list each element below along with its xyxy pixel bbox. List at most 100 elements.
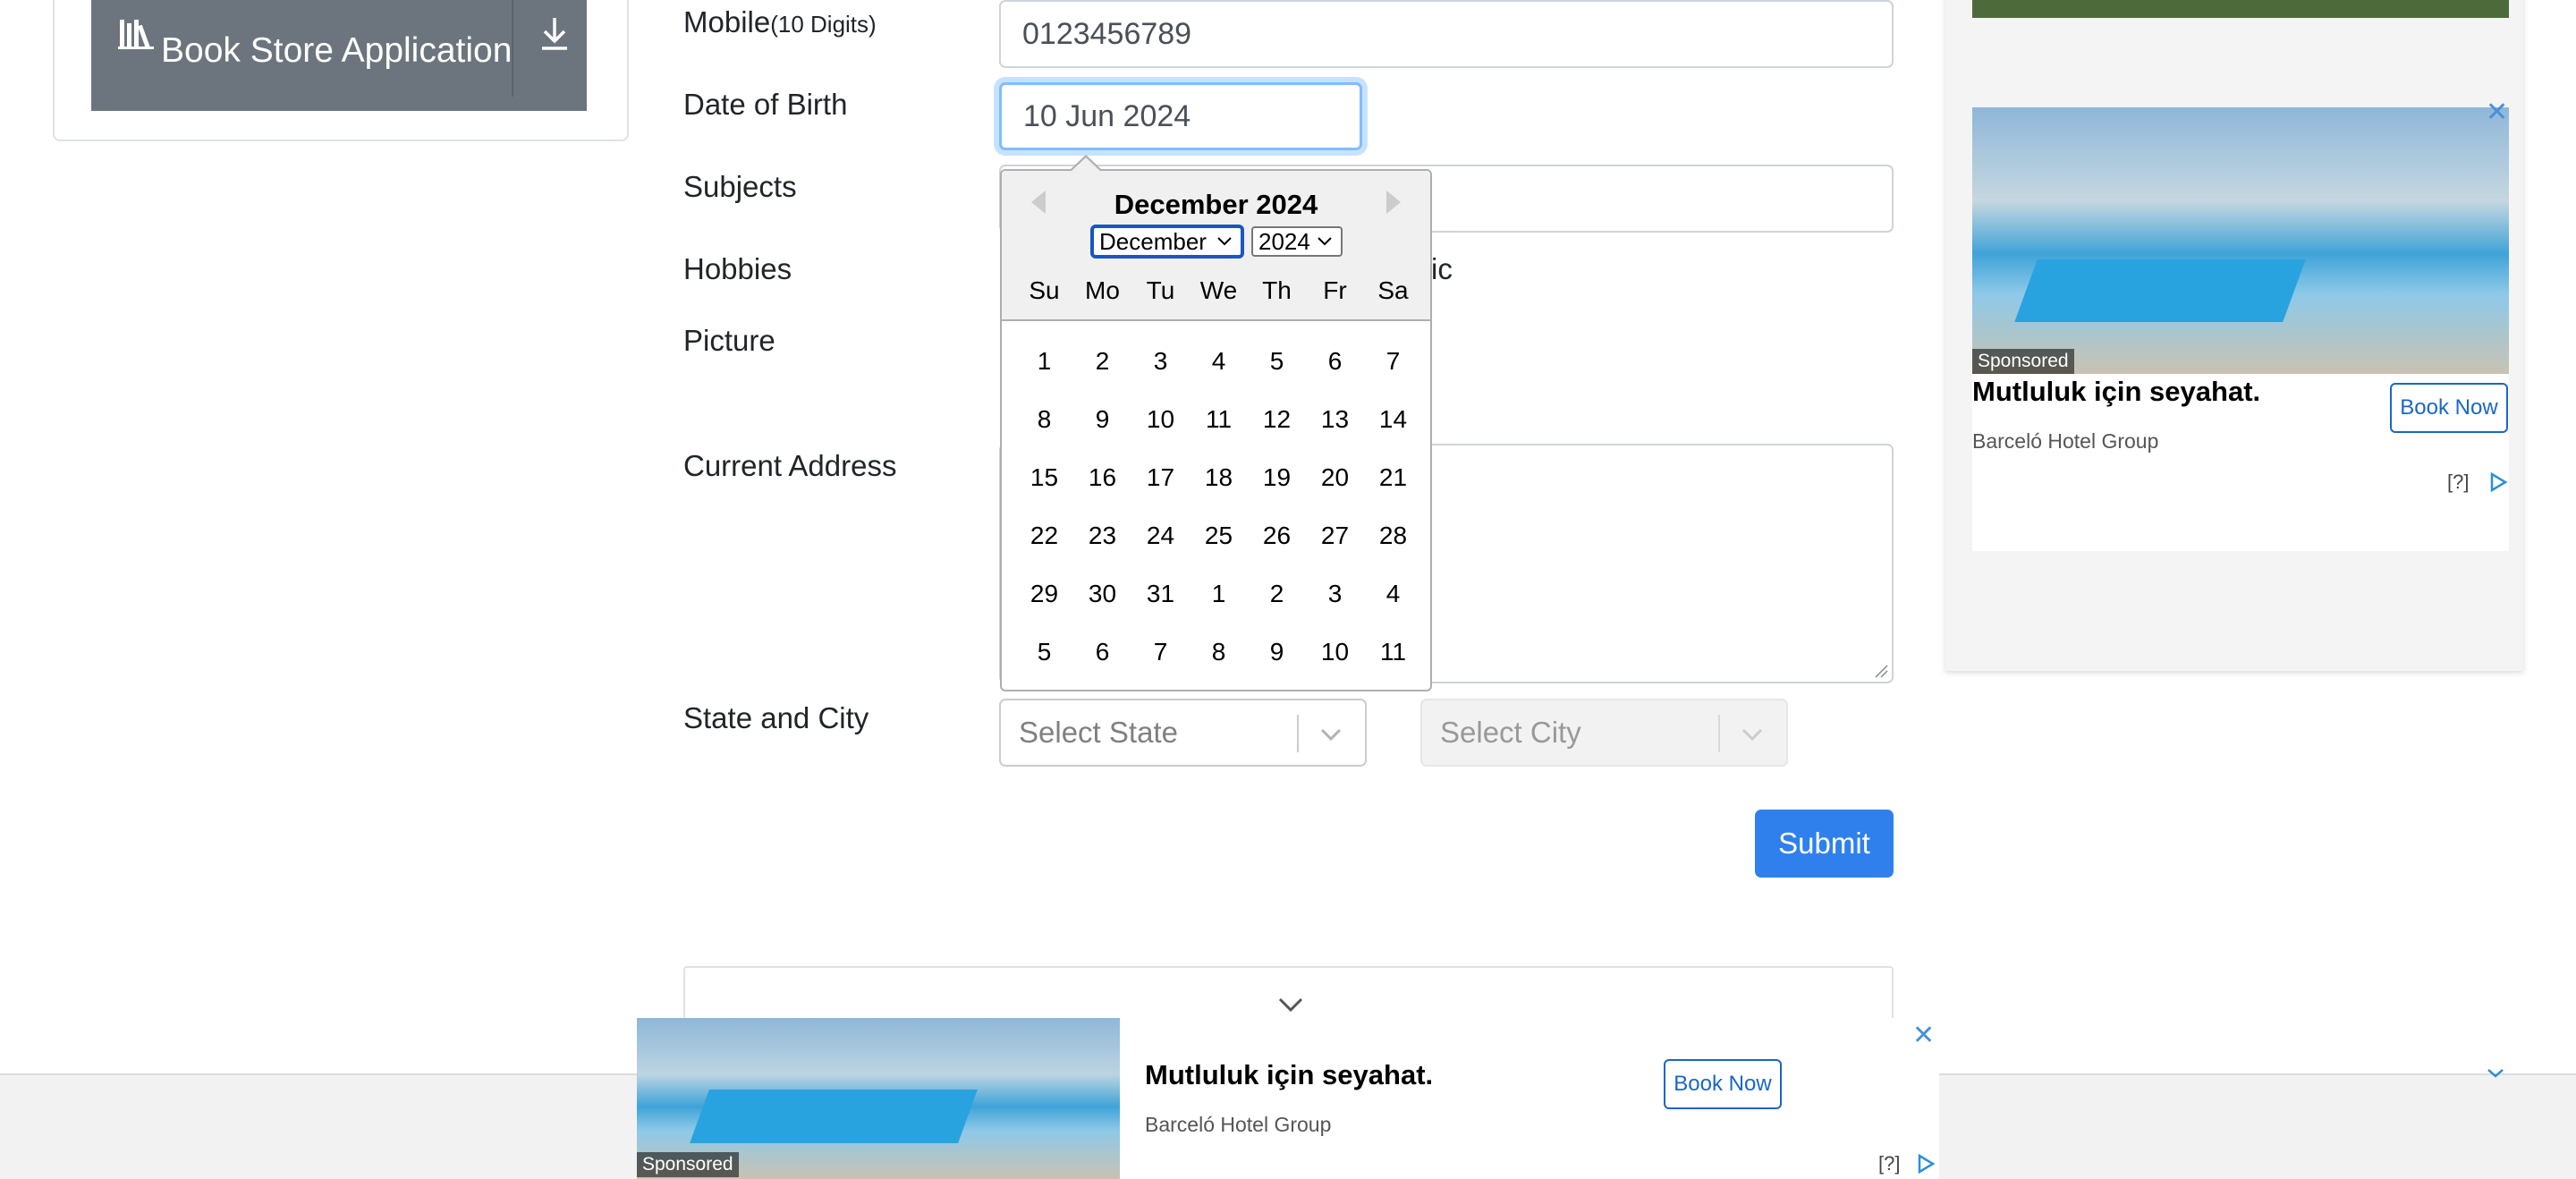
book-store-app-menu-item[interactable]: Book Store Application	[91, 0, 587, 111]
submit-button[interactable]: Submit	[1755, 810, 1894, 878]
calendar-day[interactable]: 26	[1248, 522, 1306, 550]
city-select[interactable]: Select City	[1420, 699, 1788, 767]
download-icon[interactable]	[538, 16, 571, 52]
dob-input[interactable]: 10 Jun 2024	[999, 82, 1362, 150]
mobile-input[interactable]: 0123456789	[999, 0, 1894, 68]
ad-info-link[interactable]: [?]	[2447, 471, 2469, 494]
calendar-day[interactable]: 15	[1015, 463, 1073, 492]
calendar-day[interactable]: 13	[1306, 405, 1364, 434]
calendar-day[interactable]: 5	[1015, 638, 1073, 666]
library-icon	[118, 20, 154, 49]
bottom-ad-advertiser: Barceló Hotel Group	[1145, 1113, 1332, 1136]
year-select[interactable]: 2024	[1251, 226, 1343, 257]
calendar-day[interactable]: 4	[1364, 580, 1422, 608]
calendar-day[interactable]: 6	[1073, 638, 1131, 666]
subjects-label: Subjects	[683, 170, 797, 203]
day-name-th: Th	[1262, 276, 1292, 304]
calendar-day[interactable]: 3	[1306, 580, 1364, 608]
calendar-day[interactable]: 3	[1131, 347, 1190, 376]
bottom-ad-close-icon[interactable]: ✕	[1912, 1020, 1935, 1051]
ad-image[interactable]	[1972, 107, 2509, 374]
bottom-ad-info-link[interactable]: [?]	[1878, 1152, 1900, 1175]
calendar-day[interactable]: 17	[1131, 463, 1190, 492]
ad-image-strip	[1972, 0, 2509, 18]
calendar-day[interactable]: 28	[1364, 522, 1422, 550]
calendar-day[interactable]: 2	[1248, 580, 1306, 608]
calendar-day[interactable]: 21	[1364, 463, 1422, 492]
day-name-su: Su	[1029, 276, 1060, 304]
next-month-icon[interactable]	[1386, 191, 1401, 214]
ad-headline[interactable]: Mutluluk için seyahat.	[1972, 376, 2260, 408]
calendar-day[interactable]: 19	[1248, 463, 1306, 492]
calendar-day[interactable]: 9	[1248, 638, 1306, 666]
day-name-mo: Mo	[1085, 276, 1120, 304]
calendar-day[interactable]: 7	[1131, 638, 1190, 666]
sidebar-ad[interactable]: ✕ Sponsored Mutluluk için seyahat. Barce…	[1945, 0, 2523, 671]
calendar-day[interactable]: 11	[1190, 405, 1248, 434]
calendar-day[interactable]: 16	[1073, 463, 1131, 492]
chevron-down-icon	[1217, 237, 1232, 246]
chevron-down-icon[interactable]	[1275, 991, 1307, 1018]
calendar-day[interactable]: 1	[1190, 580, 1248, 608]
mobile-value: 0123456789	[1022, 16, 1192, 51]
calendar-day[interactable]: 12	[1248, 405, 1306, 434]
calendar-day[interactable]: 30	[1073, 580, 1131, 608]
state-city-label: State and City	[683, 701, 869, 734]
state-select[interactable]: Select State	[999, 699, 1367, 767]
collapse-ad-icon[interactable]	[2481, 1064, 2510, 1082]
state-select-separator	[1297, 715, 1299, 752]
datepicker-header: December 2024 December 2024 Su Mo Tu We Th Fr…	[1002, 171, 1430, 321]
resize-handle-icon[interactable]	[1874, 664, 1888, 678]
book-store-label: Book Store Application	[161, 31, 513, 70]
datepicker-popup: December 2024 December 2024 Su Mo Tu We Th Fr…	[1000, 169, 1432, 691]
hobbies-option-partial[interactable]: ic	[1431, 252, 1453, 286]
month-select[interactable]: December	[1092, 226, 1242, 257]
calendar-day[interactable]: 2	[1073, 347, 1131, 376]
adchoices-icon[interactable]	[2487, 471, 2508, 493]
calendar-day[interactable]: 6	[1306, 347, 1364, 376]
bottom-ad[interactable]: Sponsored Mutluluk için seyahat. Barceló…	[637, 1018, 1939, 1179]
picture-label: Picture	[683, 324, 775, 357]
day-name-tu: Tu	[1146, 276, 1175, 304]
mobile-label-text: Mobile	[683, 5, 771, 38]
menu-divider	[512, 0, 513, 97]
ad-close-icon[interactable]: ✕	[2486, 97, 2508, 128]
calendar-day[interactable]: 8	[1015, 405, 1073, 434]
calendar-day[interactable]: 1	[1015, 347, 1073, 376]
calendar-day[interactable]: 31	[1131, 580, 1190, 608]
calendar-day[interactable]: 23	[1073, 522, 1131, 550]
calendar-day[interactable]: 25	[1190, 522, 1248, 550]
calendar-day[interactable]: 8	[1190, 638, 1248, 666]
calendar-day[interactable]: 10	[1131, 405, 1190, 434]
day-name-we: We	[1199, 276, 1238, 304]
calendar-day[interactable]: 4	[1190, 347, 1248, 376]
day-name-sa: Sa	[1377, 276, 1409, 304]
calendar-day[interactable]: 5	[1248, 347, 1306, 376]
calendar-day[interactable]: 27	[1306, 522, 1364, 550]
calendar-day[interactable]: 9	[1073, 405, 1131, 434]
bottom-ad-headline[interactable]: Mutluluk için seyahat.	[1145, 1059, 1433, 1091]
calendar-day[interactable]: 10	[1306, 638, 1364, 666]
page: Book Store Application Mobile(10 Digits)…	[0, 0, 2576, 1179]
calendar-day[interactable]: 22	[1015, 522, 1073, 550]
city-placeholder: Select City	[1440, 716, 1581, 749]
bottom-ad-image-pool	[690, 1090, 978, 1143]
calendar-day[interactable]: 20	[1306, 463, 1364, 492]
calendar-day[interactable]: 14	[1364, 405, 1422, 434]
month-select-value: December	[1099, 227, 1207, 255]
mobile-label: Mobile(10 Digits)	[683, 5, 877, 39]
mobile-hint: (10 Digits)	[770, 11, 877, 38]
ad-image-pool	[2014, 259, 2306, 322]
year-select-value: 2024	[1258, 227, 1310, 255]
bottom-ad-book-now-button[interactable]: Book Now	[1664, 1059, 1782, 1109]
adchoices-icon[interactable]	[1914, 1153, 1936, 1175]
ad-book-now-button[interactable]: Book Now	[2390, 383, 2508, 433]
chevron-down-icon	[1741, 728, 1763, 742]
calendar-day[interactable]: 24	[1131, 522, 1190, 550]
calendar-day[interactable]: 18	[1190, 463, 1248, 492]
calendar-day[interactable]: 7	[1364, 347, 1422, 376]
calendar-day[interactable]: 11	[1364, 638, 1422, 666]
dob-label: Date of Birth	[683, 88, 848, 121]
calendar-day[interactable]: 29	[1015, 580, 1073, 608]
day-name-fr: Fr	[1323, 276, 1347, 304]
